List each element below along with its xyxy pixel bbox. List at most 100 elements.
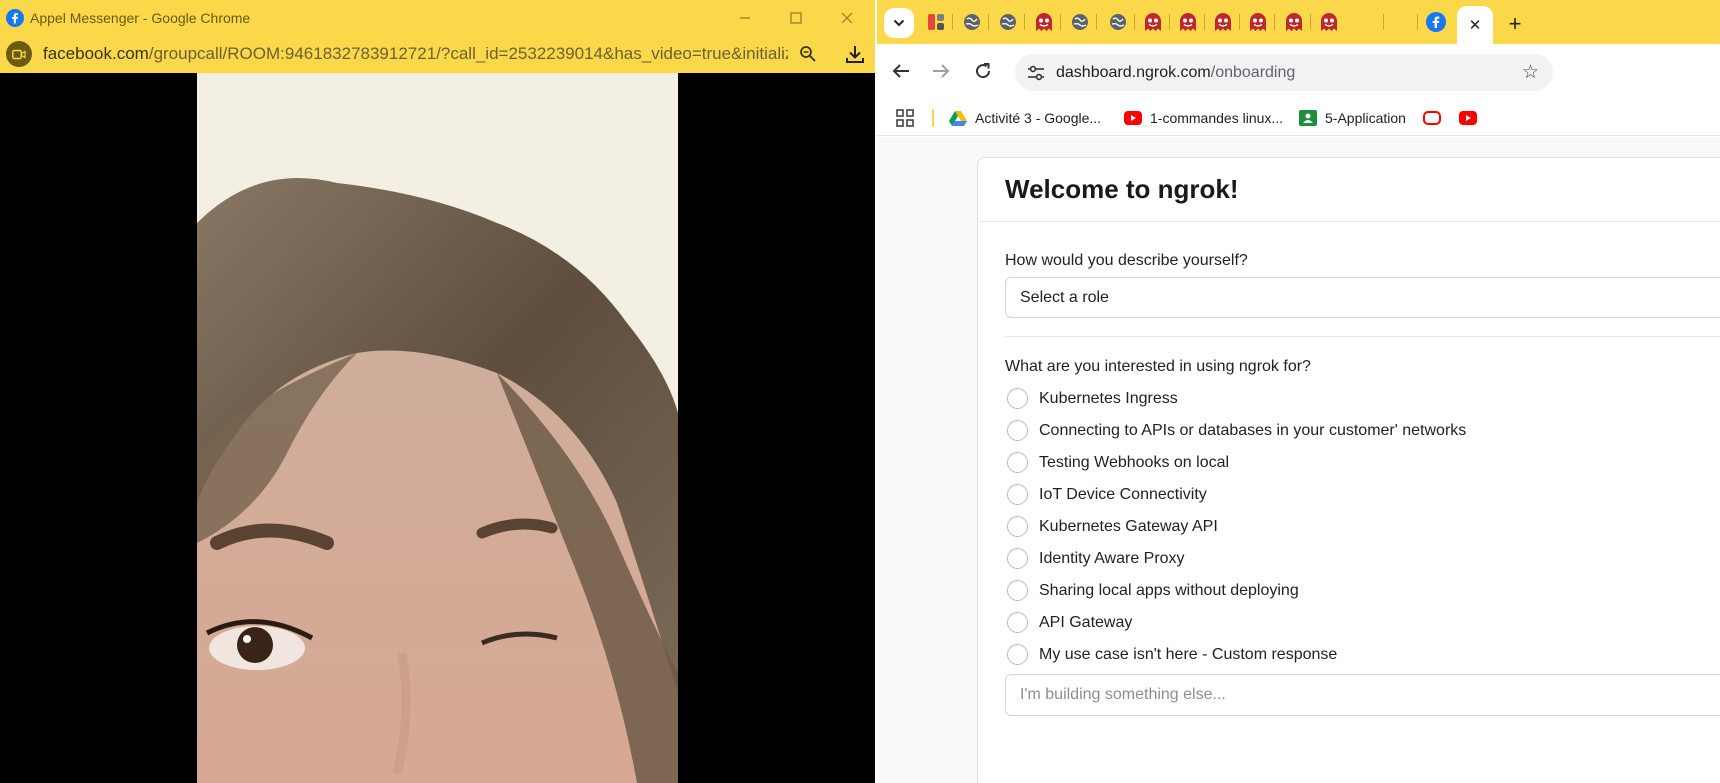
- tab-search-button[interactable]: [884, 8, 914, 38]
- tab-separator: [1024, 14, 1025, 30]
- bookmark-label: 1-commandes linux...: [1150, 110, 1284, 126]
- facebook-icon: [6, 8, 24, 27]
- globe-icon: [1110, 14, 1126, 30]
- tab-separator: [1310, 14, 1311, 30]
- maximize-button[interactable]: [771, 0, 821, 35]
- apps-button[interactable]: [896, 107, 914, 129]
- arrow-left-icon: [892, 64, 909, 78]
- reload-button[interactable]: [968, 56, 998, 86]
- role-select[interactable]: Select a role: [1005, 277, 1720, 318]
- radio-button[interactable]: [1007, 452, 1028, 473]
- omnibox[interactable]: dashboard.ngrok.com/onboarding ☆: [1015, 54, 1553, 91]
- globe-icon: [1072, 14, 1088, 30]
- role-select-value: Select a role: [1020, 288, 1109, 306]
- new-tab-button[interactable]: +: [1503, 11, 1527, 36]
- back-button[interactable]: [886, 56, 916, 86]
- ghost-icon: [1321, 13, 1337, 31]
- download-icon: [846, 46, 864, 63]
- tab-globe-2[interactable]: [998, 12, 1018, 32]
- video-call-icon: [6, 41, 32, 67]
- option-custom-response[interactable]: My use case isn't here - Custom response: [1007, 644, 1337, 665]
- tab-ghost-2[interactable]: [1143, 12, 1163, 32]
- tab-ghost-7[interactable]: [1319, 12, 1339, 32]
- ghost-icon: [1036, 13, 1052, 31]
- arrow-right-icon: [933, 64, 950, 78]
- download-button[interactable]: [838, 35, 872, 73]
- title-bar[interactable]: Appel Messenger - Google Chrome: [0, 0, 875, 35]
- tab-separator: [1096, 14, 1097, 30]
- globe-icon: [964, 14, 980, 30]
- chevron-down-icon: [893, 19, 905, 27]
- custom-use-case-input[interactable]: I'm building something else...: [1005, 674, 1720, 716]
- option-label: Sharing local apps without deploying: [1039, 581, 1299, 599]
- youtube-icon: [1459, 109, 1477, 127]
- option-kubernetes-gateway[interactable]: Kubernetes Gateway API: [1007, 516, 1218, 537]
- tab-app[interactable]: [926, 12, 946, 32]
- option-identity-aware-proxy[interactable]: Identity Aware Proxy: [1007, 548, 1185, 569]
- tab-separator: [1134, 14, 1135, 30]
- bookmark-star-icon[interactable]: ☆: [1522, 61, 1539, 84]
- youtube-outline-icon: [1423, 109, 1441, 127]
- option-label: Kubernetes Ingress: [1039, 389, 1178, 407]
- tab-facebook[interactable]: [1426, 12, 1446, 32]
- bookmark-item-3[interactable]: 5-Application: [1299, 107, 1406, 129]
- active-tab[interactable]: ✕: [1457, 6, 1493, 44]
- video-area: [0, 73, 875, 783]
- radio-button[interactable]: [1007, 612, 1028, 633]
- radio-button[interactable]: [1007, 516, 1028, 537]
- zoom-button[interactable]: [791, 35, 825, 73]
- face-video-image: [197, 73, 678, 783]
- radio-button[interactable]: [1007, 388, 1028, 409]
- option-connecting-apis[interactable]: Connecting to APIs or databases in your …: [1007, 420, 1466, 441]
- radio-button[interactable]: [1007, 420, 1028, 441]
- option-api-gateway[interactable]: API Gateway: [1007, 612, 1132, 633]
- tab-separator: [1383, 14, 1384, 30]
- close-button[interactable]: [822, 0, 872, 35]
- bookmarks-bar: Activité 3 - Google... 1-commandes linux…: [877, 100, 1720, 136]
- url-path: /onboarding: [1210, 63, 1296, 81]
- tab-ghost-4[interactable]: [1213, 12, 1233, 32]
- tab-globe-4[interactable]: [1108, 12, 1128, 32]
- option-sharing-local-apps[interactable]: Sharing local apps without deploying: [1007, 580, 1299, 601]
- radio-button[interactable]: [1007, 548, 1028, 569]
- url-text[interactable]: facebook.com/groupcall/ROOM:946183278391…: [43, 44, 788, 64]
- minimize-button[interactable]: [720, 0, 770, 35]
- close-tab-icon[interactable]: ✕: [1469, 16, 1482, 34]
- interest-question-label: What are you interested in using ngrok f…: [1005, 358, 1311, 375]
- option-label: My use case isn't here - Custom response: [1039, 645, 1338, 663]
- radio-button[interactable]: [1007, 580, 1028, 601]
- tab-globe-1[interactable]: [962, 12, 982, 32]
- site-info-icon[interactable]: [1025, 62, 1047, 84]
- toolbar: dashboard.ngrok.com/onboarding ☆: [877, 44, 1720, 100]
- tab-ghost-5[interactable]: [1248, 12, 1268, 32]
- ghost-icon: [1286, 13, 1302, 31]
- youtube-icon: [1124, 109, 1142, 127]
- apps-grid-icon: [896, 109, 914, 127]
- option-iot-connectivity[interactable]: IoT Device Connectivity: [1007, 484, 1207, 505]
- omnibox-url[interactable]: dashboard.ngrok.com/onboarding: [1056, 64, 1295, 82]
- bookmark-item-4[interactable]: [1423, 107, 1449, 129]
- forward-button[interactable]: [926, 56, 956, 86]
- tab-ghost-3[interactable]: [1178, 12, 1198, 32]
- ghost-icon: [1180, 13, 1196, 31]
- bookmark-label: Activité 3 - Google...: [975, 110, 1102, 126]
- option-label: API Gateway: [1039, 613, 1133, 631]
- radio-button[interactable]: [1007, 484, 1028, 505]
- tab-separator: [1274, 14, 1275, 30]
- tab-separator: [952, 14, 953, 30]
- tab-globe-3[interactable]: [1070, 12, 1090, 32]
- address-bar: facebook.com/groupcall/ROOM:946183278391…: [0, 35, 875, 73]
- option-label: Testing Webhooks on local: [1039, 453, 1230, 471]
- window-title: Appel Messenger - Google Chrome: [30, 9, 251, 26]
- bookmark-item-1[interactable]: Activité 3 - Google...: [949, 107, 1101, 129]
- option-testing-webhooks[interactable]: Testing Webhooks on local: [1007, 452, 1229, 473]
- bookmark-item-5[interactable]: [1459, 107, 1485, 129]
- url-path: /groupcall/ROOM:9461832783912721/?call_i…: [148, 44, 788, 63]
- video-feed: [197, 73, 678, 783]
- tab-ghost-6[interactable]: [1284, 12, 1304, 32]
- role-question-label: How would you describe yourself?: [1005, 252, 1248, 269]
- option-kubernetes-ingress[interactable]: Kubernetes Ingress: [1007, 388, 1178, 409]
- radio-button[interactable]: [1007, 644, 1028, 665]
- tab-ghost-1[interactable]: [1034, 12, 1054, 32]
- bookmark-item-2[interactable]: 1-commandes linux...: [1124, 107, 1283, 129]
